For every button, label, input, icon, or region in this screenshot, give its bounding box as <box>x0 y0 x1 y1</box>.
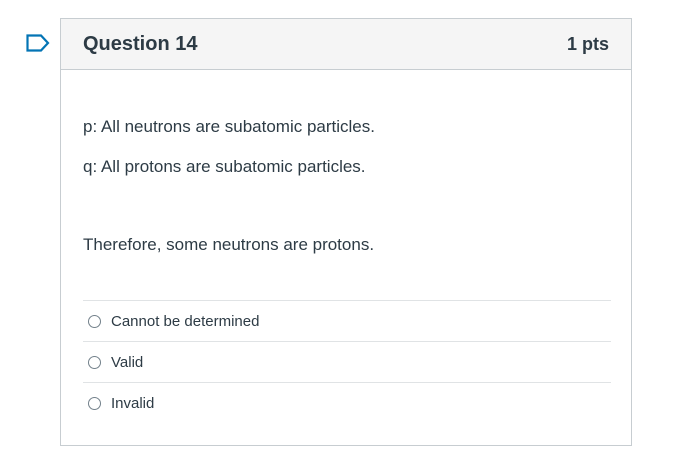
conclusion: Therefore, some neutrons are protons. <box>83 235 375 254</box>
radio-button[interactable] <box>88 355 101 369</box>
radio-button[interactable] <box>88 314 101 328</box>
flag-question-icon[interactable] <box>26 34 50 52</box>
answer-option[interactable]: Cannot be determined <box>83 300 611 341</box>
question-points: 1 pts <box>566 33 609 54</box>
radio-button[interactable] <box>88 396 101 410</box>
answer-list: Cannot be determined Valid Invalid <box>83 300 611 423</box>
answer-label: Valid <box>111 353 144 371</box>
answer-option[interactable]: Valid <box>83 341 611 382</box>
question-title: Question 14 <box>83 32 198 55</box>
question-card: Question 14 1 pts p: All neutrons are su… <box>60 18 632 446</box>
answer-label: Cannot be determined <box>111 312 260 330</box>
premise-p: p: All neutrons are subatomic particles. <box>83 117 375 136</box>
answer-option[interactable]: Invalid <box>83 382 611 423</box>
question-header: Question 14 1 pts <box>61 19 631 70</box>
answer-label: Invalid <box>111 394 155 412</box>
premise-q: q: All protons are subatomic particles. <box>83 157 366 176</box>
